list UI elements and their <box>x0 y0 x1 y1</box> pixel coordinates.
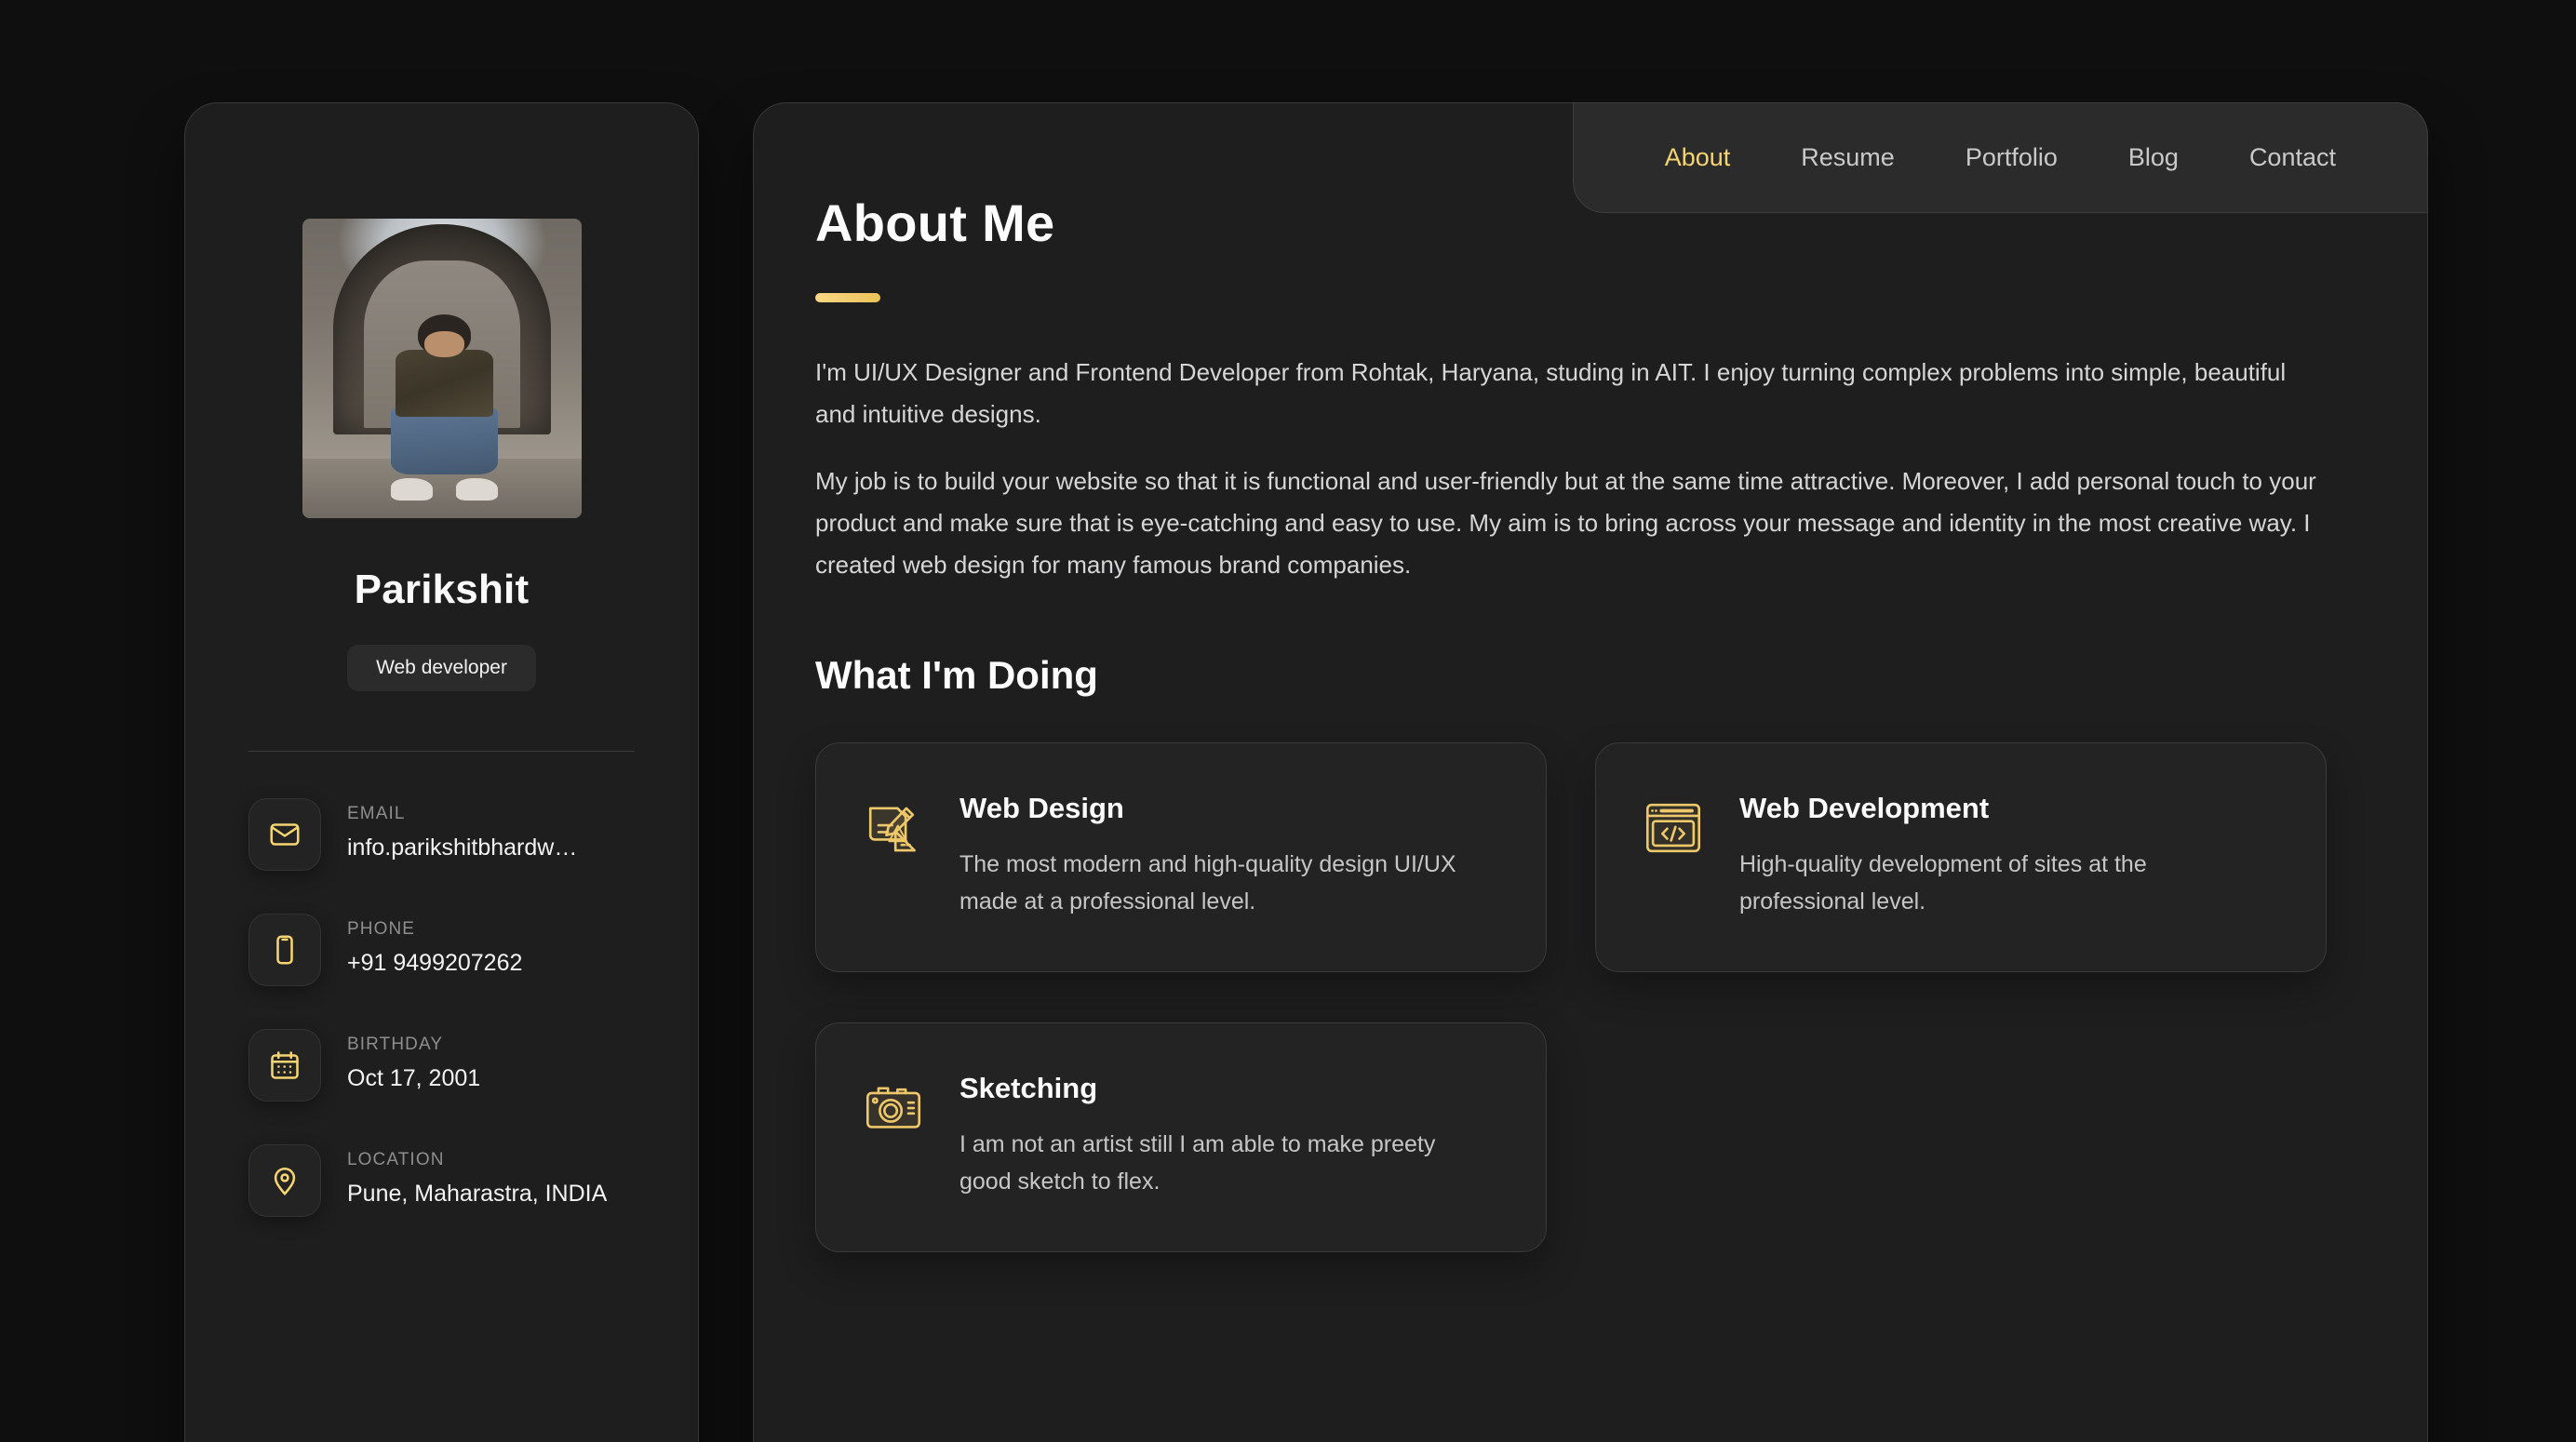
service-body: Web Design The most modern and high-qual… <box>959 790 1481 921</box>
service-card-sketching[interactable]: Sketching I am not an artist still I am … <box>815 1021 1547 1252</box>
camera-icon <box>861 1075 926 1141</box>
avatar <box>302 219 582 518</box>
contact-item-phone[interactable]: PHONE +91 9499207262 <box>248 914 698 986</box>
phone-icon <box>248 914 321 986</box>
avatar-photo <box>302 219 582 518</box>
main-content-card: About Resume Portfolio Blog Contact Abou… <box>753 102 2428 1442</box>
contact-text-location: LOCATION Pune, Maharastra, INDIA <box>347 1144 607 1209</box>
contact-item-email[interactable]: EMAIL info.parikshitbhardw… <box>248 798 698 871</box>
nav-item-contact[interactable]: Contact <box>2214 143 2371 172</box>
contact-value: Pune, Maharastra, INDIA <box>347 1181 608 1207</box>
about-text: I'm UI/UX Designer and Frontend Develope… <box>815 352 2327 586</box>
contact-item-location: LOCATION Pune, Maharastra, INDIA <box>248 1144 698 1217</box>
service-title: Sketching <box>959 1071 1098 1104</box>
avatar-face <box>423 331 465 357</box>
location-pin-icon <box>248 1144 321 1217</box>
contact-text-email: EMAIL info.parikshitbhardw… <box>347 798 577 863</box>
avatar-person <box>389 314 501 501</box>
service-body: Web Development High-quality development… <box>1739 790 2261 921</box>
avatar-shoe-left <box>390 477 434 501</box>
code-window-icon <box>1641 795 1706 861</box>
contact-value[interactable]: info.parikshitbhardw… <box>347 833 577 863</box>
title-underline <box>815 293 880 302</box>
contact-label: LOCATION <box>347 1150 445 1169</box>
contact-list: EMAIL info.parikshitbhardw… PHONE +91 94… <box>185 752 698 1217</box>
contact-text-phone: PHONE +91 9499207262 <box>347 914 522 979</box>
contact-item-birthday: BIRTHDAY Oct 17, 2001 <box>248 1029 698 1102</box>
about-paragraph-1: I'm UI/UX Designer and Frontend Develope… <box>815 358 2287 428</box>
contact-text-birthday: BIRTHDAY Oct 17, 2001 <box>347 1029 480 1094</box>
main-navbar: About Resume Portfolio Blog Contact <box>1572 102 2428 213</box>
nav-item-about[interactable]: About <box>1630 143 1766 172</box>
service-title: Web Development <box>1739 791 1990 824</box>
contact-label: EMAIL <box>347 804 406 823</box>
profile-role-badge: Web developer <box>347 645 536 691</box>
nav-item-blog[interactable]: Blog <box>2093 143 2214 172</box>
service-body: Sketching I am not an artist still I am … <box>959 1070 1481 1201</box>
service-description: I am not an artist still I am able to ma… <box>959 1130 1436 1195</box>
service-card-web-design[interactable]: Web Design The most modern and high-qual… <box>815 741 1547 972</box>
mail-icon <box>248 798 321 871</box>
profile-sidebar: Parikshit Web developer EMAIL info.parik… <box>184 102 699 1442</box>
main-inner: About Me I'm UI/UX Designer and Frontend… <box>754 103 2427 1252</box>
calendar-icon <box>248 1029 321 1102</box>
avatar-shoe-right <box>455 477 499 501</box>
nav-item-portfolio[interactable]: Portfolio <box>1930 143 2093 172</box>
design-draft-icon <box>861 795 926 861</box>
avatar-torso <box>395 349 494 417</box>
services-heading: What I'm Doing <box>815 652 1098 697</box>
service-description: High-quality development of sites at the… <box>1739 850 2147 915</box>
portfolio-page: Parikshit Web developer EMAIL info.parik… <box>0 0 2576 1442</box>
profile-role-wrap: Web developer <box>185 645 698 691</box>
about-paragraph-2: My job is to build your website so that … <box>815 467 2316 579</box>
avatar-legs <box>390 407 499 474</box>
contact-value: Oct 17, 2001 <box>347 1065 481 1091</box>
contact-label: BIRTHDAY <box>347 1035 444 1054</box>
service-title: Web Design <box>959 791 1124 824</box>
contact-label: PHONE <box>347 919 416 939</box>
services-grid: Web Design The most modern and high-qual… <box>815 741 2327 1252</box>
profile-name: Parikshit <box>354 567 530 612</box>
nav-item-resume[interactable]: Resume <box>1765 143 1930 172</box>
service-card-web-development[interactable]: Web Development High-quality development… <box>1595 741 2327 972</box>
contact-value[interactable]: +91 9499207262 <box>347 948 522 979</box>
service-description: The most modern and high-quality design … <box>959 850 1456 915</box>
